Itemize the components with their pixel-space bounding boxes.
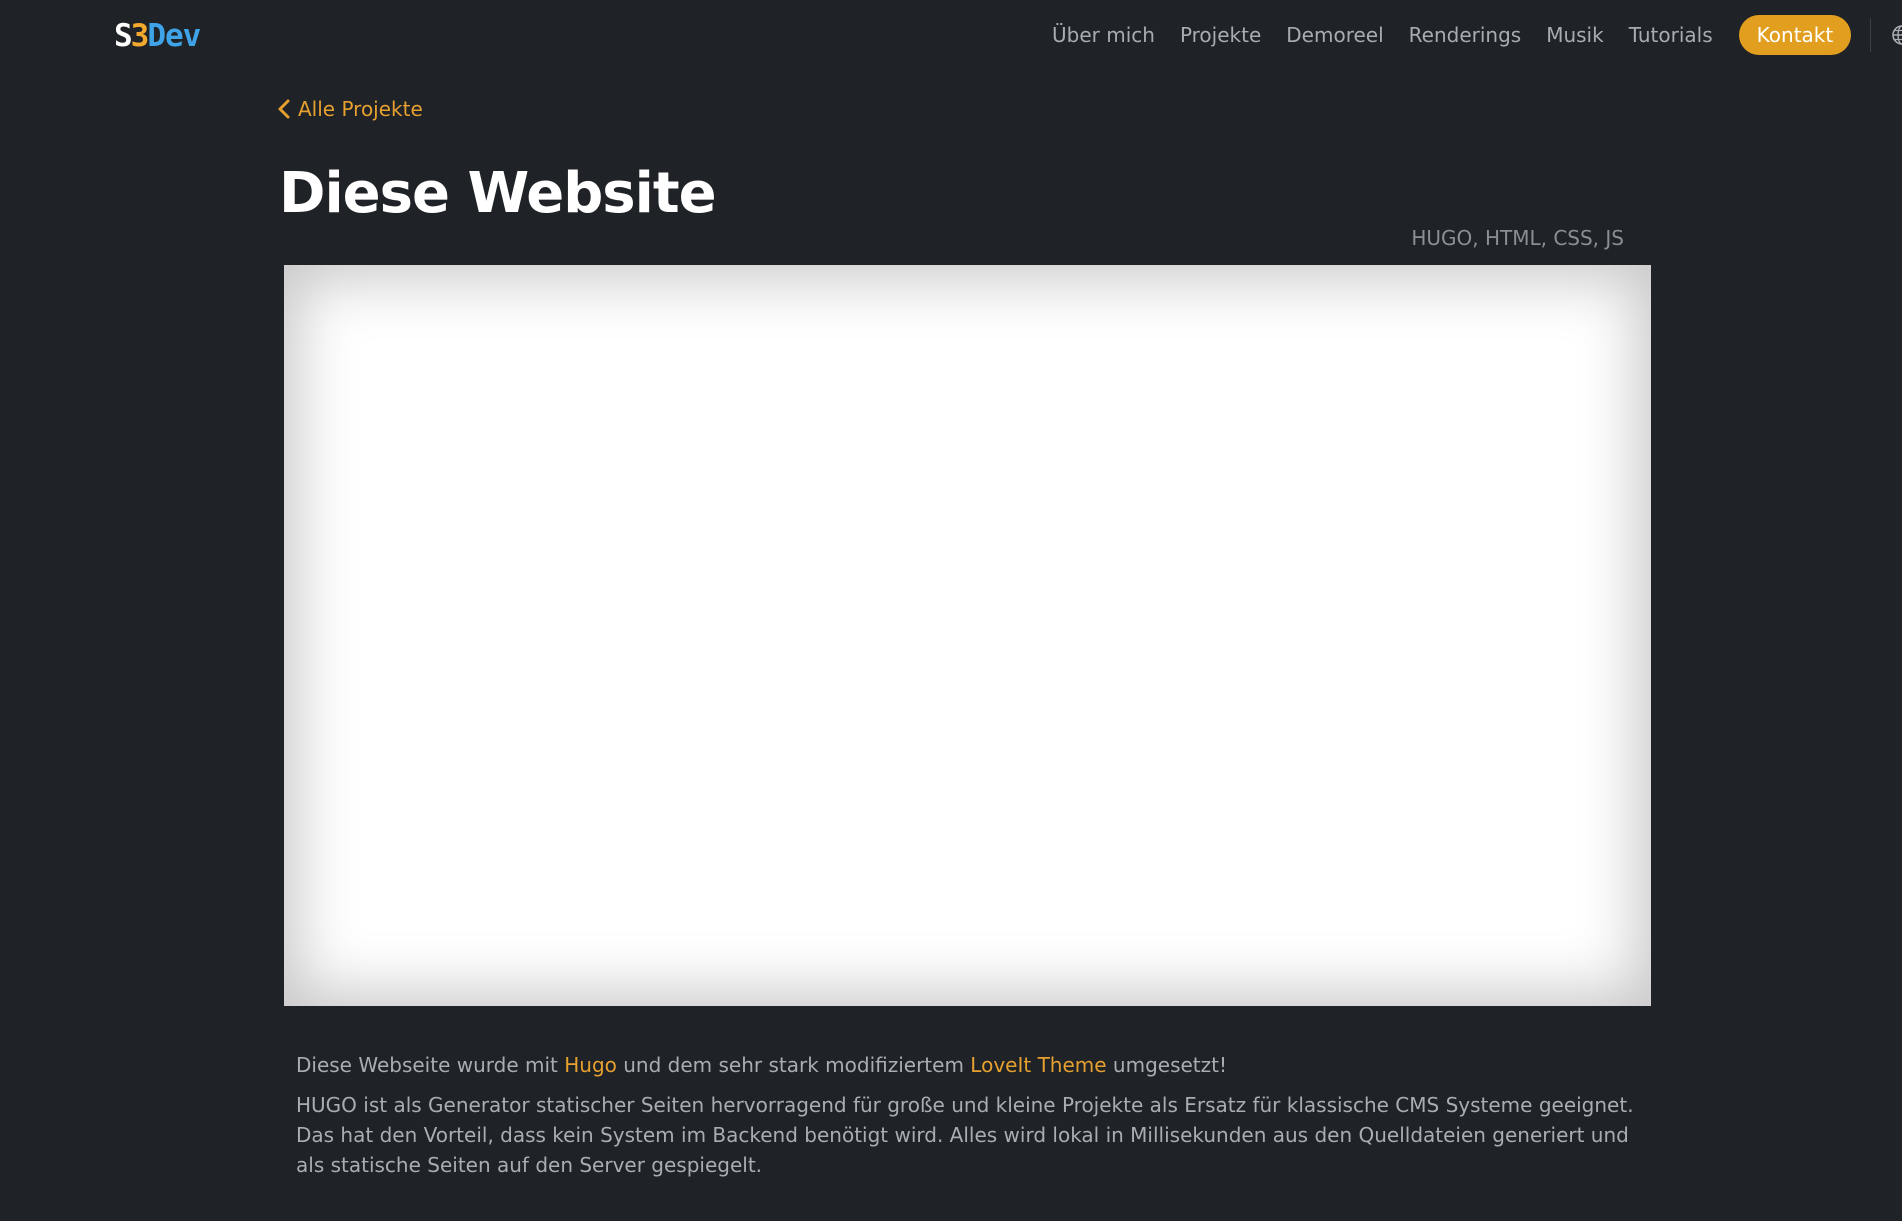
- loveit-theme-link[interactable]: LoveIt Theme: [970, 1053, 1106, 1077]
- project-preview-image: [284, 265, 1651, 1006]
- hugo-link[interactable]: Hugo: [564, 1053, 617, 1077]
- logo-letter-s: S: [114, 18, 133, 54]
- intro-text-middle: und dem sehr stark modifiziertem: [616, 1053, 971, 1077]
- main-nav: Über mich Projekte Demoreel Renderings M…: [1052, 15, 1902, 55]
- hugo-description-paragraph: HUGO ist als Generator statischer Seiten…: [296, 1093, 1634, 1177]
- project-description: Diese Webseite wurde mit Hugo und dem se…: [296, 1050, 1636, 1190]
- nav-item-ueber-mich[interactable]: Über mich: [1052, 23, 1155, 47]
- page-title: Diese Website: [279, 161, 717, 226]
- back-link-label: Alle Projekte: [298, 97, 423, 121]
- nav-item-demoreel[interactable]: Demoreel: [1286, 23, 1383, 47]
- back-to-projects-link[interactable]: Alle Projekte: [278, 97, 423, 121]
- top-navigation-bar: S 3 Dev Über mich Projekte Demoreel Render…: [0, 0, 1902, 70]
- globe-icon[interactable]: [1891, 24, 1902, 46]
- intro-text-suffix: umgesetzt!: [1106, 1053, 1227, 1077]
- logo-word-dev: Dev: [147, 18, 201, 54]
- project-tags: HUGO, HTML, CSS, JS: [1411, 226, 1624, 250]
- chevron-left-icon: [278, 99, 290, 119]
- kontakt-button[interactable]: Kontakt: [1738, 15, 1852, 55]
- nav-item-projekte[interactable]: Projekte: [1180, 23, 1261, 47]
- intro-paragraph: Diese Webseite wurde mit Hugo und dem se…: [296, 1050, 1636, 1080]
- logo-digit-3: 3: [130, 18, 150, 54]
- nav-item-renderings[interactable]: Renderings: [1409, 23, 1522, 47]
- nav-divider: [1870, 18, 1872, 52]
- intro-text-prefix: Diese Webseite wurde mit: [296, 1053, 565, 1077]
- nav-item-musik[interactable]: Musik: [1546, 23, 1604, 47]
- nav-item-tutorials[interactable]: Tutorials: [1629, 23, 1713, 47]
- s3dev-logo[interactable]: S 3 Dev: [114, 18, 201, 54]
